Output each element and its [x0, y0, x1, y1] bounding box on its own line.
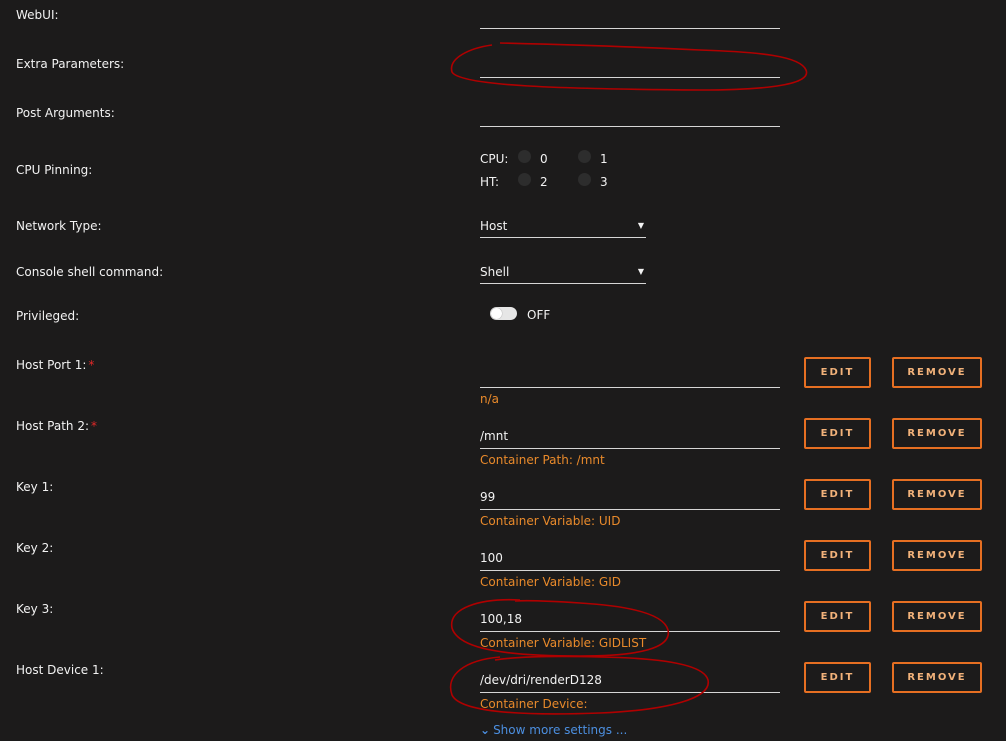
webui-input[interactable]: [480, 4, 780, 29]
label-key-2: Key 2:: [16, 541, 54, 555]
cpu-core-0-label: 0: [540, 152, 548, 166]
network-type-select[interactable]: Host ▼: [480, 217, 646, 238]
label-host-path-2-text: Host Path 2:: [16, 419, 89, 433]
required-marker: *: [88, 358, 95, 372]
toggle-knob: [491, 308, 502, 319]
label-cpu-pinning: CPU Pinning:: [16, 163, 93, 177]
label-webui: WebUI:: [16, 8, 59, 22]
cpu-thread-3-label: 3: [600, 175, 608, 189]
cpu-thread-3-checkbox[interactable]: [578, 173, 591, 186]
label-key-1: Key 1:: [16, 480, 54, 494]
label-key-3: Key 3:: [16, 602, 54, 616]
edit-button[interactable]: EDIT: [804, 601, 871, 632]
show-more-label: Show more settings ...: [493, 723, 628, 737]
cpu-core-0-checkbox[interactable]: [518, 150, 531, 163]
host-device-1-detail: Container Device:: [480, 697, 588, 711]
privileged-toggle[interactable]: [490, 307, 517, 320]
key-2-detail: Container Variable: GID: [480, 575, 621, 589]
show-more-settings-link[interactable]: ⌄ Show more settings ...: [480, 723, 627, 737]
label-host-port-1: Host Port 1: *: [16, 358, 94, 372]
cpu-core-1-checkbox[interactable]: [578, 150, 591, 163]
label-extra-parameters: Extra Parameters:: [16, 57, 125, 71]
remove-button[interactable]: REMOVE: [892, 479, 982, 510]
remove-button[interactable]: REMOVE: [892, 601, 982, 632]
host-port-1-detail: n/a: [480, 392, 500, 406]
dropdown-arrow-icon: ▼: [637, 267, 644, 276]
key-3-detail: Container Variable: GIDLIST: [480, 636, 647, 650]
host-path-2-input[interactable]: [480, 424, 780, 449]
docker-template-form: WebUI: Extra Parameters: Post Arguments:…: [0, 0, 1006, 741]
cpu-core-1-label: 1: [600, 152, 608, 166]
required-marker: *: [91, 419, 97, 433]
ht-row-label: HT:: [480, 175, 500, 189]
remove-button[interactable]: REMOVE: [892, 418, 982, 449]
chevron-down-icon: ⌄: [480, 723, 491, 737]
key-2-input[interactable]: [480, 546, 780, 571]
console-shell-select[interactable]: Shell ▼: [480, 263, 646, 284]
remove-button[interactable]: REMOVE: [892, 662, 982, 693]
key-3-input[interactable]: [480, 607, 780, 632]
edit-button[interactable]: EDIT: [804, 357, 871, 388]
label-post-arguments: Post Arguments:: [16, 106, 115, 120]
label-host-port-1-text: Host Port 1:: [16, 358, 87, 372]
post-arguments-input[interactable]: [480, 102, 780, 127]
edit-button[interactable]: EDIT: [804, 479, 871, 510]
host-path-2-detail: Container Path: /mnt: [480, 453, 605, 467]
key-1-input[interactable]: [480, 485, 780, 510]
edit-button[interactable]: EDIT: [804, 418, 871, 449]
label-host-device-1: Host Device 1:: [16, 663, 104, 677]
label-host-path-2: Host Path 2: *: [16, 419, 97, 433]
cpu-thread-2-checkbox[interactable]: [518, 173, 531, 186]
cpu-row-label: CPU:: [480, 152, 509, 166]
label-console-shell: Console shell command:: [16, 265, 164, 279]
network-type-value: Host: [480, 219, 508, 233]
dropdown-arrow-icon: ▼: [637, 221, 644, 230]
host-port-1-input[interactable]: [480, 363, 780, 388]
edit-button[interactable]: EDIT: [804, 540, 871, 571]
remove-button[interactable]: REMOVE: [892, 540, 982, 571]
label-privileged: Privileged:: [16, 309, 80, 323]
privileged-state: OFF: [527, 308, 551, 322]
edit-button[interactable]: EDIT: [804, 662, 871, 693]
extra-parameters-input[interactable]: [480, 53, 780, 78]
key-1-detail: Container Variable: UID: [480, 514, 621, 528]
remove-button[interactable]: REMOVE: [892, 357, 982, 388]
cpu-thread-2-label: 2: [540, 175, 548, 189]
label-network-type: Network Type:: [16, 219, 102, 233]
host-device-1-input[interactable]: [480, 668, 780, 693]
console-shell-value: Shell: [480, 265, 510, 279]
